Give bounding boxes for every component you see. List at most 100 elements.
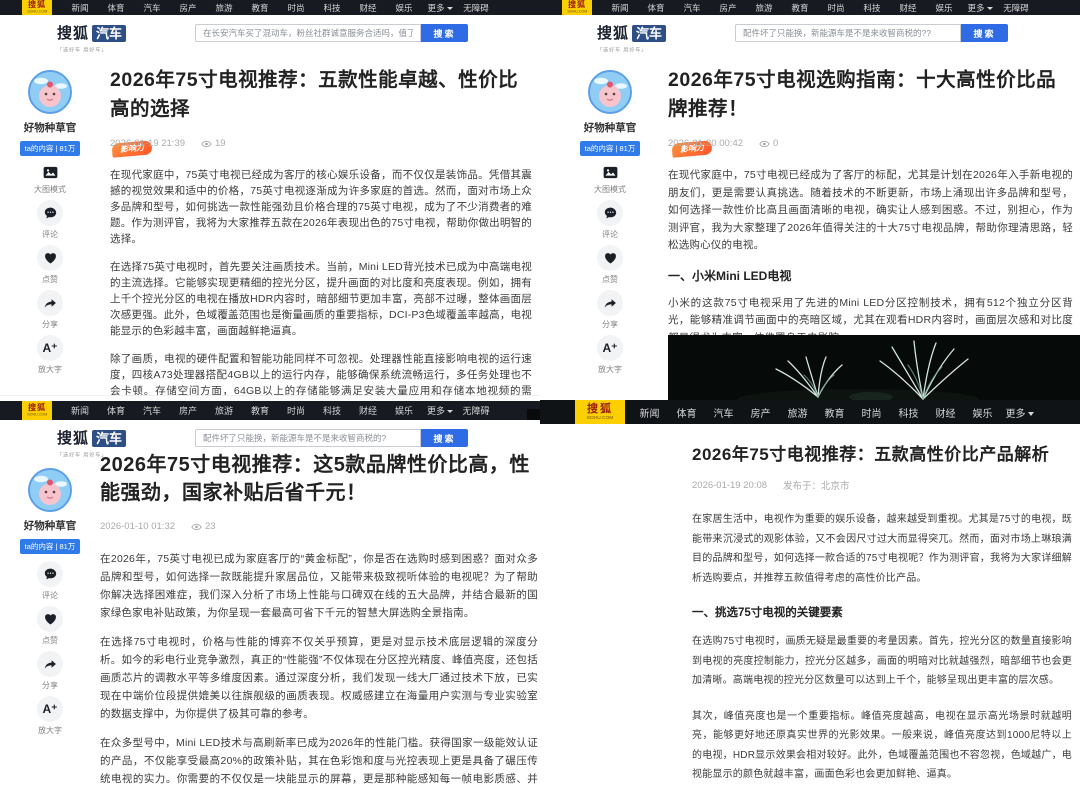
nav-item-finance[interactable]: 财经: [927, 405, 964, 420]
avatar[interactable]: [588, 70, 632, 114]
nav-item-news[interactable]: 新闻: [602, 2, 638, 14]
search-button[interactable]: 搜索: [421, 24, 468, 42]
big-image-mode-button[interactable]: [37, 163, 63, 181]
nav-item-fashion[interactable]: 时尚: [853, 405, 890, 420]
nav-item-accessibility[interactable]: 无障碍: [458, 404, 494, 417]
like-button[interactable]: [37, 606, 63, 632]
author-content-badge[interactable]: ta的内容 | 81万: [580, 141, 641, 156]
sohu-auto-logo[interactable]: 搜狐汽车 「选好车 用好车」: [57, 22, 126, 55]
comment-button[interactable]: [597, 200, 623, 226]
search-input[interactable]: [735, 24, 961, 42]
nav-item-entertainment[interactable]: 娱乐: [386, 2, 422, 14]
nav-item-travel[interactable]: 旅游: [779, 405, 816, 420]
comment-button[interactable]: [37, 561, 63, 587]
nav-item-auto[interactable]: 汽车: [705, 405, 742, 420]
nav-item-entertainment[interactable]: 娱乐: [386, 404, 422, 417]
paragraph: 在选择75寸电视时，价格与性能的博弈不仅关乎预算，更是对显示技术底层逻辑的深度分…: [100, 633, 538, 723]
nav-item-sports[interactable]: 体育: [98, 404, 134, 417]
nav-item-more[interactable]: 更多: [422, 2, 458, 14]
author-name[interactable]: 好物种草官: [584, 120, 637, 135]
nav-item-tech[interactable]: 科技: [854, 2, 890, 14]
nav-item-more[interactable]: 更多: [962, 2, 998, 14]
nav-item-news[interactable]: 新闻: [62, 404, 98, 417]
nav-item-fashion[interactable]: 时尚: [278, 404, 314, 417]
avatar-illustration: [590, 72, 630, 112]
sohu-logo[interactable]: 搜狐 SOHU.COM: [22, 401, 52, 420]
nav-item-auto[interactable]: 汽车: [134, 2, 170, 14]
font-enlarge-button[interactable]: A⁺: [597, 335, 623, 361]
nav-item-accessibility[interactable]: 无障碍: [458, 2, 494, 14]
comment-button[interactable]: [37, 200, 63, 226]
search-input[interactable]: [195, 429, 421, 447]
article-window-3: 搜狐 SOHU.COM 新闻 体育 汽车 房产 旅游 教育 时尚 科技 财经 娱…: [0, 395, 540, 791]
nav-item-news[interactable]: 新闻: [62, 2, 98, 14]
publish-date: 2026-01-20 00:42: [668, 138, 743, 149]
nav-item-auto[interactable]: 汽车: [674, 2, 710, 14]
nav-item-realestate[interactable]: 房产: [170, 404, 206, 417]
paragraph: 在2026年，75英寸电视已成为家庭客厅的“黄金标配”，你是否在选购时感到困惑？…: [100, 550, 538, 622]
sohu-logo[interactable]: 搜狐 SOHU.COM: [562, 0, 592, 15]
big-image-mode-button[interactable]: [597, 163, 623, 181]
paragraph: 在选择75英寸电视时，首先要关注画质技术。当前，Mini LED背光技术已成为中…: [110, 259, 532, 339]
avatar[interactable]: [28, 70, 72, 114]
nav-item-accessibility[interactable]: 无障碍: [998, 2, 1034, 14]
sohu-logo[interactable]: 搜狐 SOHU.COM: [575, 400, 625, 424]
tv-demo-image[interactable]: [668, 335, 1080, 400]
nav-item-entertainment[interactable]: 娱乐: [964, 405, 1001, 420]
nav-item-sports[interactable]: 体育: [98, 2, 134, 14]
nav-item-realestate[interactable]: 房产: [742, 405, 779, 420]
nav-item-tech[interactable]: 科技: [314, 404, 350, 417]
share-button[interactable]: [37, 651, 63, 677]
nav-item-tech[interactable]: 科技: [314, 2, 350, 14]
share-button[interactable]: [597, 290, 623, 316]
sohu-logo-text: 搜狐: [568, 1, 586, 9]
author-content-badge[interactable]: ta的内容 | 81万: [20, 539, 81, 554]
nav-item-education[interactable]: 教育: [242, 2, 278, 14]
nav-item-tech[interactable]: 科技: [890, 405, 927, 420]
font-enlarge-label: 放大字: [38, 364, 62, 375]
nav-item-education[interactable]: 教育: [242, 404, 278, 417]
like-button[interactable]: [597, 245, 623, 271]
sohu-logo[interactable]: 搜狐 SOHU.COM: [22, 0, 52, 15]
top-nav-bar: 搜狐 SOHU.COM 新闻 体育 汽车 房产 旅游 教育 时尚 科技 财经 娱…: [0, 0, 540, 15]
auto-logo-block: 汽车: [632, 25, 666, 42]
nav-item-finance[interactable]: 财经: [350, 2, 386, 14]
nav-item-fashion[interactable]: 时尚: [278, 2, 314, 14]
share-button[interactable]: [37, 290, 63, 316]
article-meta: 2026-01-20 00:42 0: [668, 138, 1073, 149]
nav-item-realestate[interactable]: 房产: [170, 2, 206, 14]
like-button[interactable]: [37, 245, 63, 271]
search-button[interactable]: 搜索: [961, 24, 1008, 42]
sohu-auto-logo[interactable]: 搜狐汽车 「选好车 用好车」: [597, 22, 666, 55]
author-name[interactable]: 好物种草官: [24, 518, 77, 533]
big-image-label: 大图模式: [594, 184, 626, 195]
nav-item-entertainment[interactable]: 娱乐: [926, 2, 962, 14]
search-input[interactable]: [195, 24, 421, 42]
eye-icon: [759, 140, 770, 148]
nav-item-education[interactable]: 教育: [782, 2, 818, 14]
nav-item-finance[interactable]: 财经: [350, 404, 386, 417]
nav-item-realestate[interactable]: 房产: [710, 2, 746, 14]
search-button[interactable]: 搜索: [421, 429, 468, 447]
nav-item-more[interactable]: 更多: [422, 404, 458, 417]
nav-item-travel[interactable]: 旅游: [206, 2, 242, 14]
author-name[interactable]: 好物种草官: [24, 120, 77, 135]
nav-item-auto[interactable]: 汽车: [134, 404, 170, 417]
nav-item-more[interactable]: 更多: [1001, 405, 1038, 420]
nav-item-travel[interactable]: 旅游: [206, 404, 242, 417]
comment-label: 评论: [42, 590, 58, 601]
font-enlarge-icon: A⁺: [43, 342, 58, 354]
auto-logo-text: 搜狐: [57, 25, 89, 42]
view-counter: 19: [201, 138, 226, 149]
nav-item-sports[interactable]: 体育: [638, 2, 674, 14]
nav-item-sports[interactable]: 体育: [668, 405, 705, 420]
nav-item-education[interactable]: 教育: [816, 405, 853, 420]
nav-item-news[interactable]: 新闻: [631, 405, 668, 420]
font-enlarge-button[interactable]: A⁺: [37, 696, 63, 722]
nav-item-fashion[interactable]: 时尚: [818, 2, 854, 14]
author-content-badge[interactable]: ta的内容 | 81万: [20, 141, 81, 156]
nav-item-finance[interactable]: 财经: [890, 2, 926, 14]
avatar[interactable]: [28, 468, 72, 512]
font-enlarge-button[interactable]: A⁺: [37, 335, 63, 361]
nav-item-travel[interactable]: 旅游: [746, 2, 782, 14]
